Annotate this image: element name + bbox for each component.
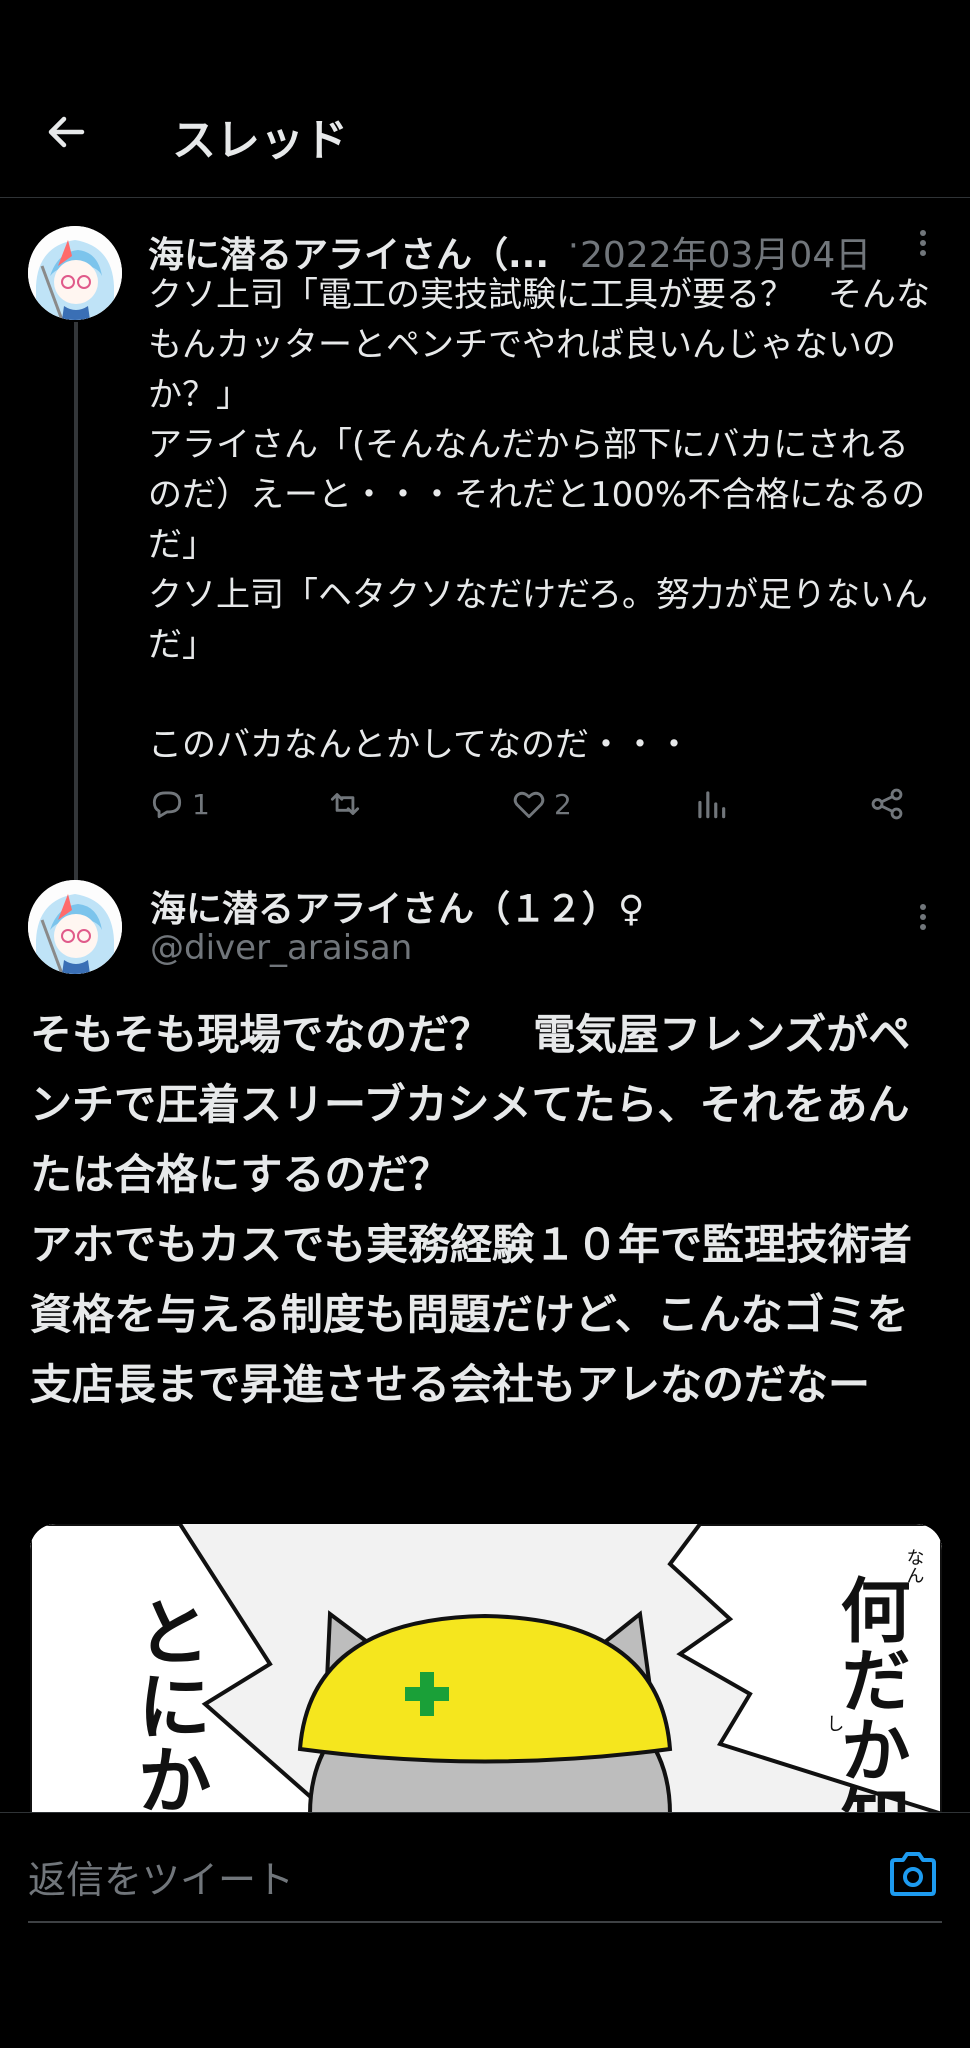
like-icon <box>513 791 545 819</box>
tweet-text: そもそも現場でなのだ？ 電気屋フレンズがペンチで圧着スリーブカシメてたら、それを… <box>30 1010 913 1409</box>
reply-input[interactable]: 返信をツイート <box>28 1849 294 1904</box>
reply-composer: 返信をツイート <box>0 1812 970 2048</box>
manga-ruby-shi: し <box>824 1714 845 1732</box>
back-arrow-icon[interactable] <box>42 108 90 156</box>
tweet-actions: 1 2 <box>148 780 908 828</box>
more-icon[interactable] <box>908 900 938 940</box>
reply-underline <box>28 1921 942 1923</box>
top-bar: スレッド <box>0 0 970 198</box>
manga-ruby-nan: なん <box>904 1548 925 1584</box>
reply-count: 1 <box>192 787 210 821</box>
views-button[interactable] <box>692 780 730 828</box>
author-handle[interactable]: @diver_araisan <box>150 928 412 968</box>
author-name[interactable]: 海に潜るアライさん（１２）♀ <box>150 880 644 932</box>
separator-dot: · <box>568 226 579 266</box>
more-icon[interactable] <box>908 226 938 266</box>
reply-icon <box>152 791 182 819</box>
like-count: 2 <box>554 787 572 821</box>
tweet-media-image[interactable]: とにかくヨシ 何だか知らんが なん し <box>30 1524 942 1814</box>
camera-icon[interactable] <box>888 1851 938 1897</box>
reply-button[interactable]: 1 <box>148 780 210 828</box>
manga-text-left: とにかくヨシ <box>125 1594 211 1814</box>
page-title: スレッド <box>172 115 348 166</box>
manga-text-right: 何だか知らんが <box>829 1574 911 1814</box>
thread-connector <box>74 322 78 882</box>
tweet-text: クソ上司「電工の実技試験に工具が要る？ そんなもんカッターとペンチでやれば良いん… <box>148 275 930 765</box>
share-button[interactable] <box>868 780 906 828</box>
avatar[interactable] <box>28 880 122 974</box>
share-icon <box>871 788 903 820</box>
retweet-button[interactable] <box>326 780 364 828</box>
retweet-icon <box>330 793 360 815</box>
avatar[interactable] <box>28 226 122 320</box>
like-button[interactable]: 2 <box>510 780 572 828</box>
views-icon <box>698 791 726 819</box>
